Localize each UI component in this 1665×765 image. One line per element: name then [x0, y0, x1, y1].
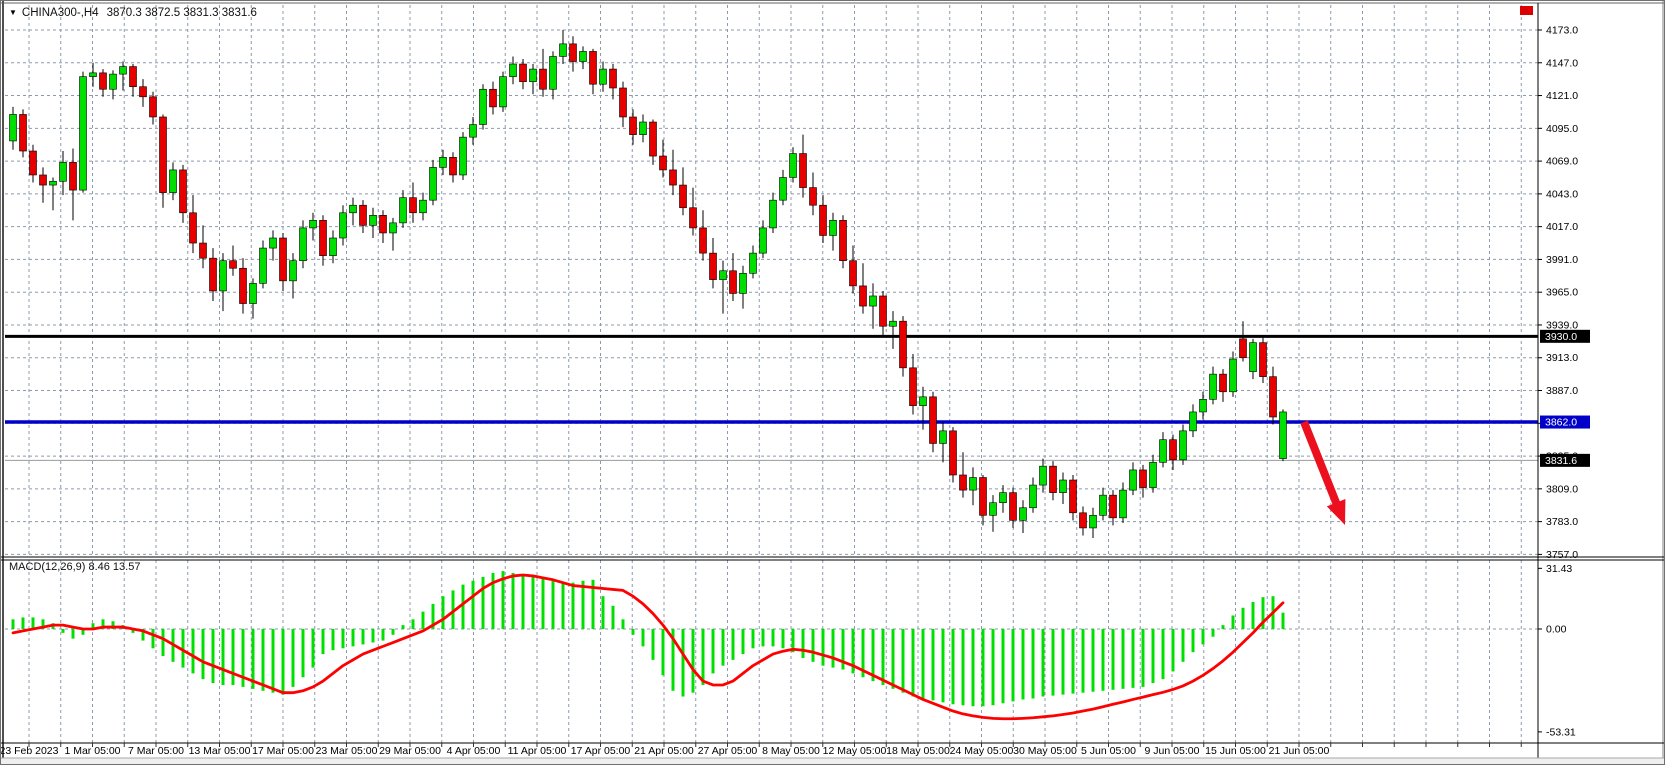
ohlc-values-label: 3870.3 3872.5 3831.3 3831.6	[107, 7, 257, 19]
svg-text:3831.6: 3831.6	[1545, 455, 1577, 467]
svg-text:3757.0: 3757.0	[1546, 549, 1578, 561]
svg-text:3930.0: 3930.0	[1545, 331, 1577, 343]
panel-splitter[interactable]	[1, 557, 1664, 560]
price-axis[interactable]: 4173.0 4147.0 4121.0 4095.0 4069.0 4043.0 4017…	[1538, 25, 1578, 561]
svg-text:17 Apr 05:00: 17 Apr 05:00	[571, 745, 631, 757]
svg-text:4121.0: 4121.0	[1546, 90, 1578, 102]
svg-text:0.00: 0.00	[1546, 624, 1567, 636]
svg-text:18 May 05:00: 18 May 05:00	[886, 745, 950, 757]
svg-text:4095.0: 4095.0	[1546, 123, 1578, 135]
symbol-dropdown-icon: ▼	[9, 8, 17, 17]
svg-text:23 Feb 2023: 23 Feb 2023	[1, 745, 59, 757]
svg-text:9 Jun 05:00: 9 Jun 05:00	[1145, 745, 1200, 757]
symbol-period-label: CHINA300-,H4	[22, 7, 99, 19]
svg-text:21 Jun 05:00: 21 Jun 05:00	[1269, 745, 1330, 757]
svg-text:11 Apr 05:00: 11 Apr 05:00	[508, 745, 567, 757]
svg-text:3809.0: 3809.0	[1546, 483, 1578, 495]
time-axis[interactable]: 23 Feb 2023 1 Mar 05:00 7 Mar 05:00 13 Mar …	[1, 743, 1521, 757]
svg-text:3862.0: 3862.0	[1545, 417, 1577, 429]
svg-text:3913.0: 3913.0	[1546, 352, 1578, 364]
svg-text:29 Mar 05:00: 29 Mar 05:00	[379, 745, 441, 757]
svg-text:3965.0: 3965.0	[1546, 287, 1578, 299]
svg-text:3939.0: 3939.0	[1546, 319, 1578, 331]
svg-text:4 Apr 05:00: 4 Apr 05:00	[447, 745, 501, 757]
chart-canvas[interactable]: 4173.0 4147.0 4121.0 4095.0 4069.0 4043.0 4017…	[1, 1, 1665, 765]
candlestick-series	[10, 30, 1287, 538]
svg-text:-53.31: -53.31	[1546, 726, 1576, 738]
svg-text:13 Mar 05:00: 13 Mar 05:00	[189, 745, 251, 757]
macd-indicator	[13, 571, 1283, 719]
svg-text:4043.0: 4043.0	[1546, 188, 1578, 200]
svg-text:17 Mar 05:00: 17 Mar 05:00	[252, 745, 314, 757]
chart-window: 4173.0 4147.0 4121.0 4095.0 4069.0 4043.0 4017…	[0, 0, 1665, 765]
svg-text:7 Mar 05:00: 7 Mar 05:00	[128, 745, 184, 757]
chart-title: ▼ CHINA300-,H4 3870.3 3872.5 3831.3 3831.6	[9, 7, 257, 19]
svg-text:24 May 05:00: 24 May 05:00	[950, 745, 1014, 757]
macd-indicator-label: MACD(12,26,9) 8.46 13.57	[9, 561, 140, 573]
price-badges: 3930.0 3862.0 3831.6	[1540, 330, 1590, 467]
svg-text:3783.0: 3783.0	[1546, 516, 1578, 528]
svg-text:1 Mar 05:00: 1 Mar 05:00	[64, 745, 120, 757]
svg-text:23 Mar 05:00: 23 Mar 05:00	[316, 745, 378, 757]
svg-text:8 May 05:00: 8 May 05:00	[762, 745, 820, 757]
svg-text:30 May 05:00: 30 May 05:00	[1013, 745, 1077, 757]
svg-text:15 Jun 05:00: 15 Jun 05:00	[1205, 745, 1266, 757]
svg-text:3887.0: 3887.0	[1546, 385, 1578, 397]
svg-text:4173.0: 4173.0	[1546, 25, 1578, 37]
macd-axis[interactable]: 31.43 0.00 -53.31	[1538, 563, 1576, 739]
svg-text:31.43: 31.43	[1546, 563, 1572, 575]
corner-red-marker	[1520, 6, 1533, 15]
svg-text:4069.0: 4069.0	[1546, 156, 1578, 168]
svg-text:4147.0: 4147.0	[1546, 57, 1578, 69]
down-arrow-annotation[interactable]	[1304, 422, 1345, 525]
svg-text:21 Apr 05:00: 21 Apr 05:00	[634, 745, 694, 757]
svg-text:3991.0: 3991.0	[1546, 254, 1578, 266]
svg-text:4017.0: 4017.0	[1546, 221, 1578, 233]
svg-text:12 May 05:00: 12 May 05:00	[823, 745, 887, 757]
svg-text:5 Jun 05:00: 5 Jun 05:00	[1081, 745, 1136, 757]
svg-text:27 Apr 05:00: 27 Apr 05:00	[698, 745, 758, 757]
